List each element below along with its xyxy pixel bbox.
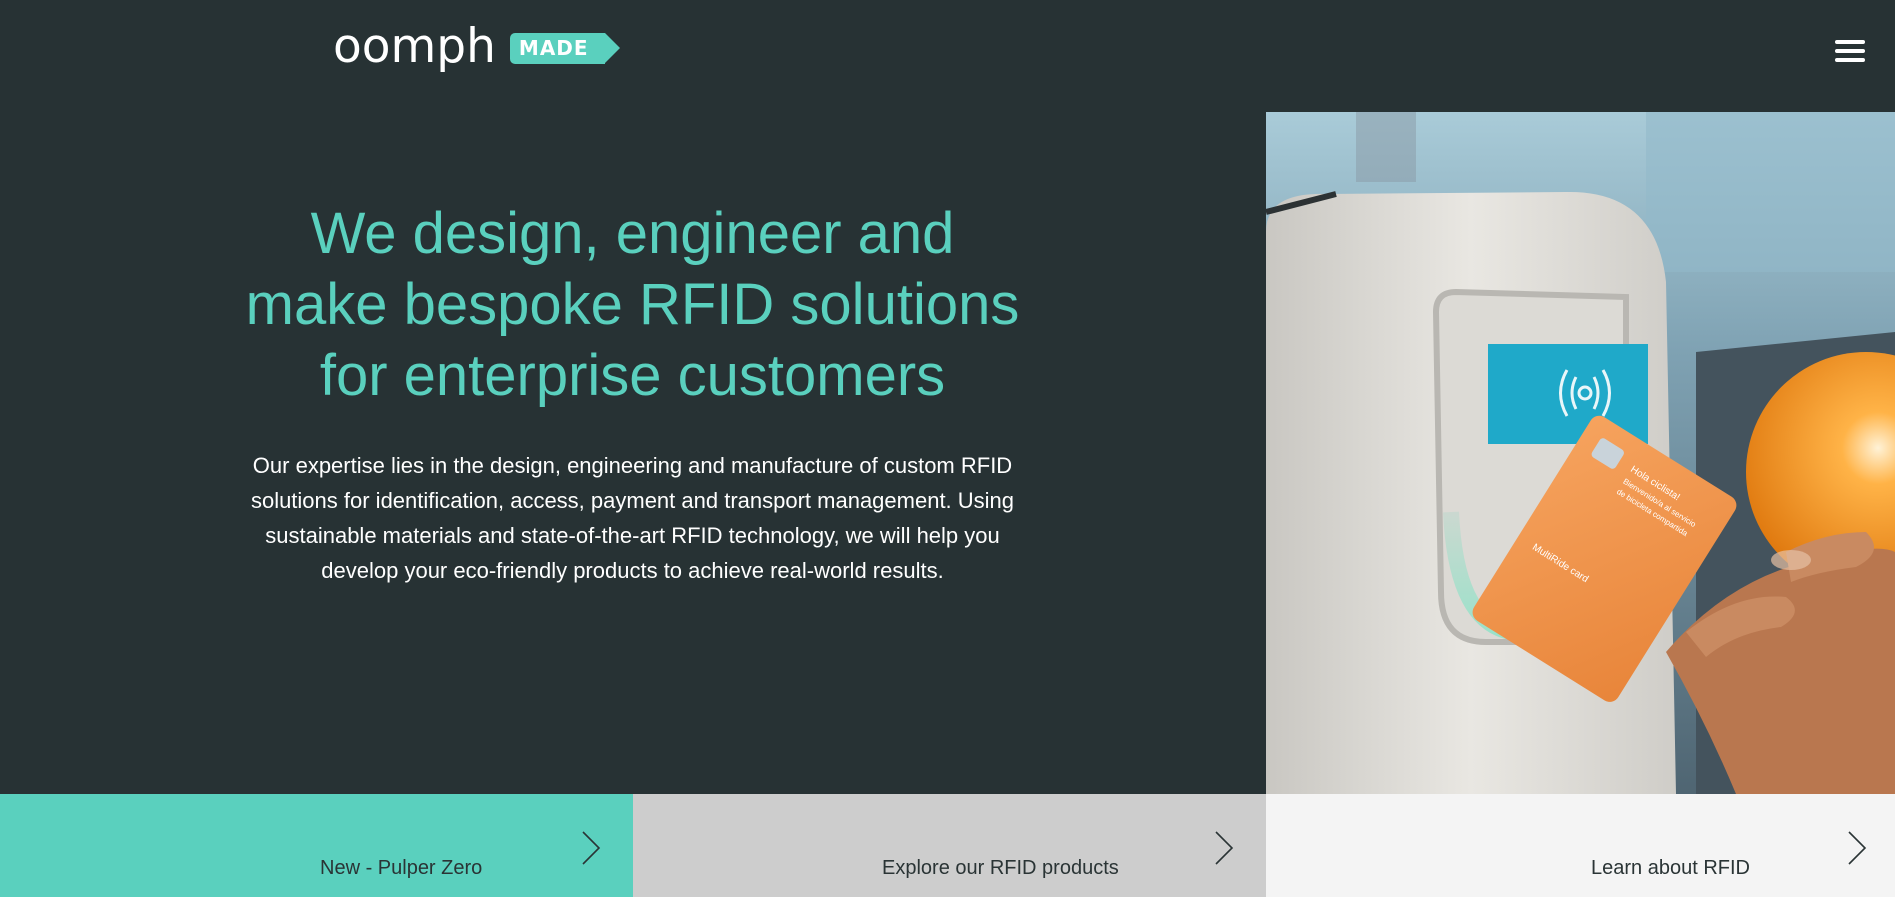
- tile-explore-rfid-products[interactable]: Explore our RFID products: [633, 794, 1266, 897]
- tile-new-pulper-zero[interactable]: New - Pulper Zero: [0, 794, 633, 897]
- hero-body-line: solutions for identification, access, pa…: [250, 488, 1015, 513]
- hero-title: We design, engineer and make bespoke RFI…: [190, 198, 1075, 411]
- hamburger-menu-icon[interactable]: [1835, 40, 1865, 62]
- menu-bar: [1835, 40, 1865, 44]
- tile-learn-about-rfid[interactable]: Learn about RFID: [1266, 794, 1895, 897]
- hero-body-line: sustainable materials and state-of-the-a…: [265, 523, 1000, 548]
- hero-title-line: for enterprise customers: [319, 343, 946, 408]
- tile-label: New - Pulper Zero: [320, 857, 483, 879]
- chevron-right-icon: [1848, 831, 1867, 865]
- menu-bar: [1835, 49, 1865, 53]
- hero-body-line: Our expertise lies in the design, engine…: [252, 453, 1013, 478]
- hero-body-line: develop your eco-friendly products to ac…: [321, 558, 944, 583]
- hero-title-line: We design, engineer and: [310, 201, 955, 266]
- hero-description: Our expertise lies in the design, engine…: [205, 448, 1060, 588]
- chevron-right-icon: [582, 831, 601, 865]
- chevron-right-icon: [1215, 831, 1234, 865]
- hero-title-line: make bespoke RFID solutions: [245, 272, 1020, 337]
- menu-bar: [1835, 58, 1865, 62]
- tile-label: Explore our RFID products: [882, 857, 1119, 879]
- hero-photo-rfid-card-reader: Hola ciclista! Bienvenido/a al servicio …: [1266, 112, 1895, 794]
- tile-label: Learn about RFID: [1591, 857, 1750, 879]
- logo-made-tag: MADE: [509, 32, 620, 64]
- logo-wordmark: oomph: [333, 18, 496, 74]
- oomph-made-logo[interactable]: oomph MADE: [333, 18, 620, 74]
